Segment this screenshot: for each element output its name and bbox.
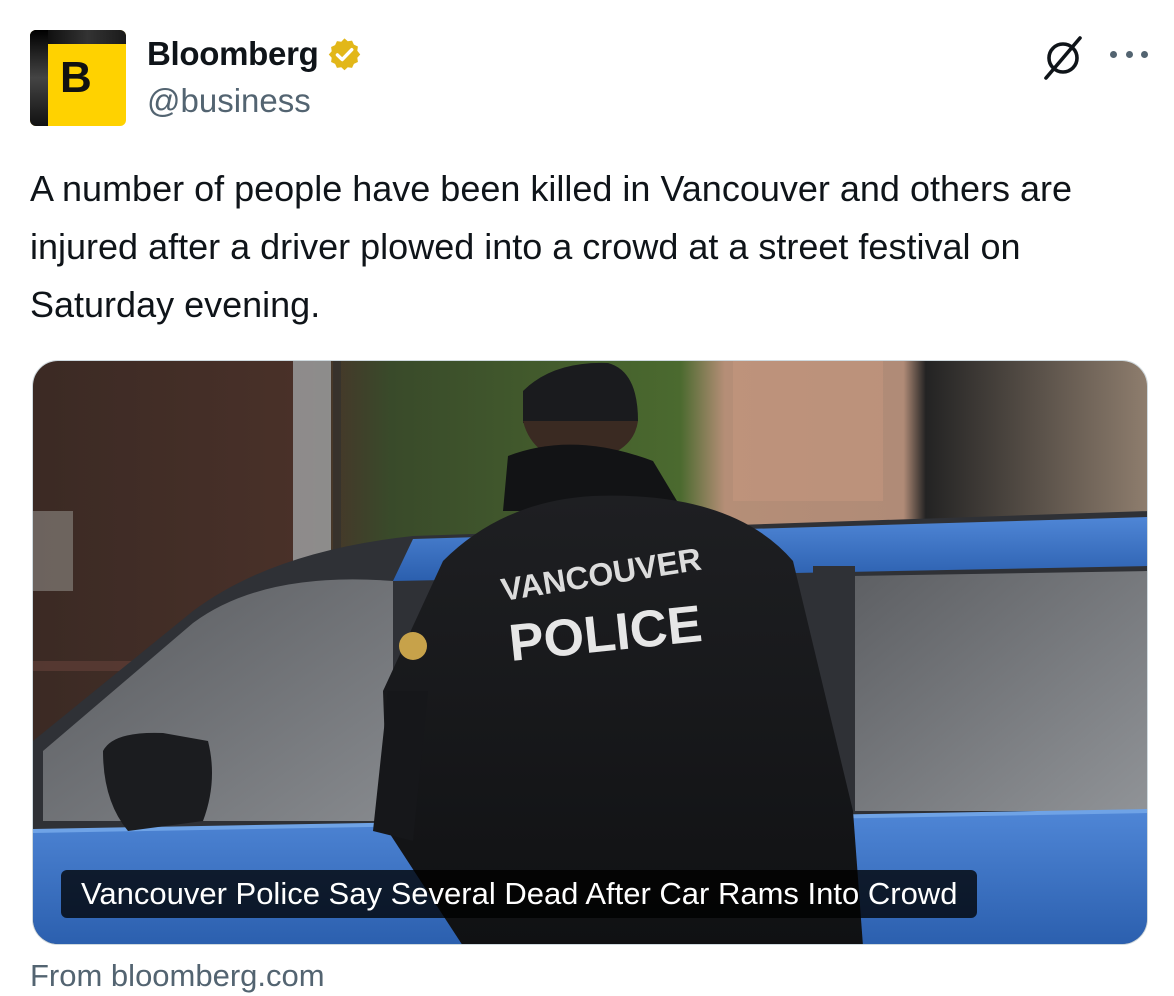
grok-icon[interactable] xyxy=(1040,35,1086,81)
display-name[interactable]: Bloomberg xyxy=(147,35,319,73)
avatar[interactable]: B xyxy=(30,30,126,126)
tweet-text: A number of people have been killed in V… xyxy=(30,168,1073,325)
avatar-letter: B xyxy=(60,53,92,102)
more-dot-icon xyxy=(1125,50,1133,58)
verified-badge-icon[interactable] xyxy=(326,36,363,73)
more-dot-icon xyxy=(1141,50,1148,58)
card-image[interactable]: VANCOUVER POLICE xyxy=(33,361,1148,945)
name-row: Bloomberg xyxy=(147,34,363,74)
more-options-icon[interactable] xyxy=(1110,40,1148,68)
more-dot-icon xyxy=(1110,50,1117,58)
card-headline[interactable]: Vancouver Police Say Several Dead After … xyxy=(61,870,978,918)
avatar-shade-left xyxy=(30,30,48,126)
tweet-header: B Bloomberg @business xyxy=(30,30,1150,128)
account-handle[interactable]: @business xyxy=(147,82,311,120)
card-source[interactable]: From bloomberg.com xyxy=(30,956,325,996)
link-card[interactable]: VANCOUVER POLICE Vancouver Police Say Se… xyxy=(32,360,1148,945)
